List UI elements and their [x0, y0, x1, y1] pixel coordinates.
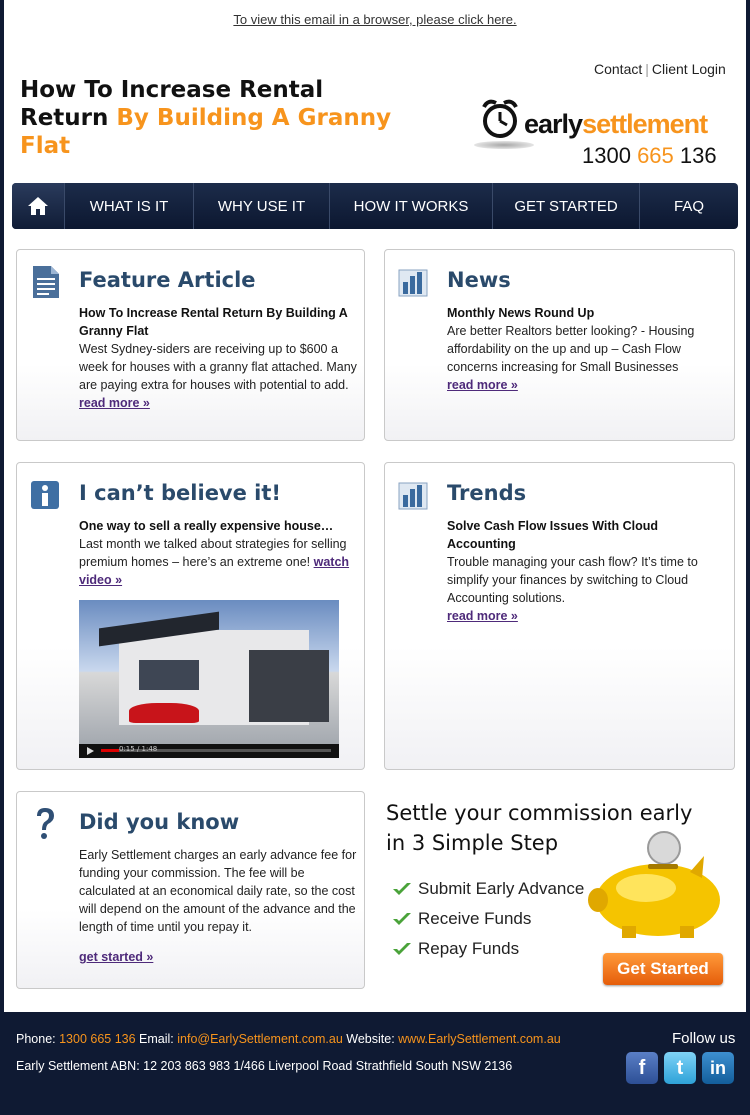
bar-chart-icon — [398, 269, 428, 297]
linkedin-icon[interactable]: in — [702, 1052, 734, 1084]
title-line3-accent: Flat — [20, 133, 71, 159]
twitter-icon[interactable]: t — [664, 1052, 696, 1084]
trends-body: Solve Cash Flow Issues With Cloud Accoun… — [447, 517, 722, 625]
trends-subtitle: Solve Cash Flow Issues With Cloud Accoun… — [447, 519, 659, 551]
nav-why-use-it[interactable]: WHY USE IT — [194, 183, 330, 229]
info-icon — [31, 481, 59, 509]
video-player[interactable]: 0:15 / 1:48 — [79, 600, 339, 758]
facebook-icon[interactable]: f — [626, 1052, 658, 1084]
believe-it-subtitle: One way to sell a really expensive house… — [79, 519, 334, 533]
logo-brand: earlysettlement — [524, 109, 708, 140]
footer-phone-label: Phone: — [16, 1032, 60, 1046]
feature-article-title: Feature Article — [79, 268, 256, 292]
play-icon[interactable] — [85, 746, 95, 756]
home-icon — [28, 197, 48, 215]
footer-website-link[interactable]: www.EarlySettlement.com.au — [398, 1032, 561, 1046]
believe-it-panel: I can’t believe it! One way to sell a re… — [16, 462, 365, 770]
phone-mid: 665 — [637, 143, 674, 168]
title-line1: How To Increase Rental — [20, 77, 324, 103]
nav-how-it-works[interactable]: HOW IT WORKS — [330, 183, 493, 229]
news-text: Are better Realtors better looking? - Ho… — [447, 324, 695, 374]
phone-end: 136 — [673, 143, 717, 168]
nav-faq[interactable]: FAQ — [640, 183, 738, 229]
nav-get-started[interactable]: GET STARTED — [493, 183, 640, 229]
believe-it-text-content: Last month we talked about strategies fo… — [79, 537, 347, 569]
client-login-link[interactable]: Client Login — [652, 61, 726, 77]
alarm-clock-icon — [482, 99, 518, 138]
news-subtitle: Monthly News Round Up — [447, 306, 595, 320]
brand-dark: early — [524, 109, 583, 139]
get-started-link[interactable]: get started » — [79, 948, 359, 966]
believe-it-title: I can’t believe it! — [79, 481, 281, 505]
feature-article-body: How To Increase Rental Return By Buildin… — [79, 304, 359, 412]
promo-banner: Settle your commission early in 3 Simple… — [386, 798, 736, 998]
feature-article-subtitle: How To Increase Rental Return By Buildin… — [79, 306, 348, 338]
promo-step: Receive Funds — [392, 904, 584, 934]
phone-start: 1300 — [582, 143, 638, 168]
footer-website-label: Website: — [342, 1032, 399, 1046]
contact-link[interactable]: Contact — [594, 61, 642, 77]
footer-email-link[interactable]: info@EarlySettlement.com.au — [177, 1032, 343, 1046]
news-read-more-link[interactable]: read more » — [447, 376, 727, 394]
follow-us-label: Follow us — [672, 1030, 736, 1047]
did-you-know-title: Did you know — [79, 810, 240, 834]
check-icon — [393, 883, 411, 895]
brand-accent: settlement — [582, 109, 708, 139]
footer-contact-line: Phone: 1300 665 136 Email: info@EarlySet… — [16, 1032, 561, 1046]
promo-steps: Submit Early Advance Receive Funds Repay… — [392, 874, 584, 964]
feature-article-panel: Feature Article How To Increase Rental R… — [16, 249, 365, 441]
feature-read-more-link[interactable]: read more » — [79, 394, 359, 412]
did-you-know-text: Early Settlement charges an early advanc… — [79, 848, 357, 934]
news-body: Monthly News Round Up Are better Realtor… — [447, 304, 727, 394]
footer-phone[interactable]: 1300 665 136 — [59, 1032, 135, 1046]
link-separator: | — [645, 61, 649, 77]
title-line2-accent: By Building A Granny — [116, 105, 392, 131]
piggy-bank-icon — [588, 831, 720, 938]
promo-headline-line2: in 3 Simple Step — [386, 831, 559, 855]
logo-shadow — [474, 141, 534, 149]
trends-read-more-link[interactable]: read more » — [447, 607, 722, 625]
promo-step-label: Submit Early Advance — [418, 879, 585, 898]
promo-step: Submit Early Advance — [392, 874, 584, 904]
document-icon — [33, 266, 59, 298]
feature-article-text: West Sydney-siders are receiving up to $… — [79, 342, 357, 392]
video-time: 0:15 / 1:48 — [119, 745, 158, 753]
promo-headline-line1: Settle your commission early — [386, 801, 693, 825]
view-in-browser-link[interactable]: To view this email in a browser, please … — [0, 12, 750, 27]
video-controls[interactable]: 0:15 / 1:48 — [79, 744, 339, 758]
trends-title: Trends — [447, 481, 527, 505]
believe-it-text: Last month we talked about strategies fo… — [79, 535, 359, 589]
did-you-know-body: Early Settlement charges an early advanc… — [79, 846, 359, 966]
main-nav: WHAT IS IT WHY USE IT HOW IT WORKS GET S… — [12, 183, 738, 229]
get-started-button[interactable]: Get Started — [603, 953, 723, 985]
did-you-know-panel: Did you know Early Settlement charges an… — [16, 791, 365, 989]
promo-step-label: Receive Funds — [418, 909, 532, 928]
news-panel: News Monthly News Round Up Are better Re… — [384, 249, 735, 441]
bar-chart-icon — [398, 482, 428, 510]
news-title: News — [447, 268, 511, 292]
believe-it-body: One way to sell a really expensive house… — [79, 517, 359, 589]
check-icon — [393, 943, 411, 955]
early-settlement-logo[interactable]: earlysettlement 1300 665 136 — [474, 95, 730, 170]
page-title: How To Increase Rental Return By Buildin… — [20, 76, 440, 160]
top-links: Contact | Client Login — [594, 61, 726, 77]
nav-what-is-it[interactable]: WHAT IS IT — [65, 183, 194, 229]
question-icon — [37, 808, 54, 839]
video-progress-played — [101, 749, 119, 752]
title-line2-plain: Return — [20, 105, 117, 131]
nav-home[interactable] — [12, 183, 65, 229]
trends-text: Trouble managing your cash flow? It’s ti… — [447, 555, 698, 605]
footer: Phone: 1300 665 136 Email: info@EarlySet… — [0, 1012, 750, 1115]
promo-step-label: Repay Funds — [418, 939, 520, 958]
trends-panel: Trends Solve Cash Flow Issues With Cloud… — [384, 462, 735, 770]
video-thumbnail-garage — [249, 650, 329, 722]
video-thumbnail-car — [129, 703, 199, 723]
check-icon — [393, 913, 411, 925]
promo-step: Repay Funds — [392, 934, 584, 964]
video-thumbnail-window — [139, 660, 199, 690]
logo-phone: 1300 665 136 — [582, 143, 717, 169]
footer-abn-address: Early Settlement ABN: 12 203 863 983 1/4… — [16, 1059, 513, 1073]
footer-email-label: Email: — [135, 1032, 178, 1046]
